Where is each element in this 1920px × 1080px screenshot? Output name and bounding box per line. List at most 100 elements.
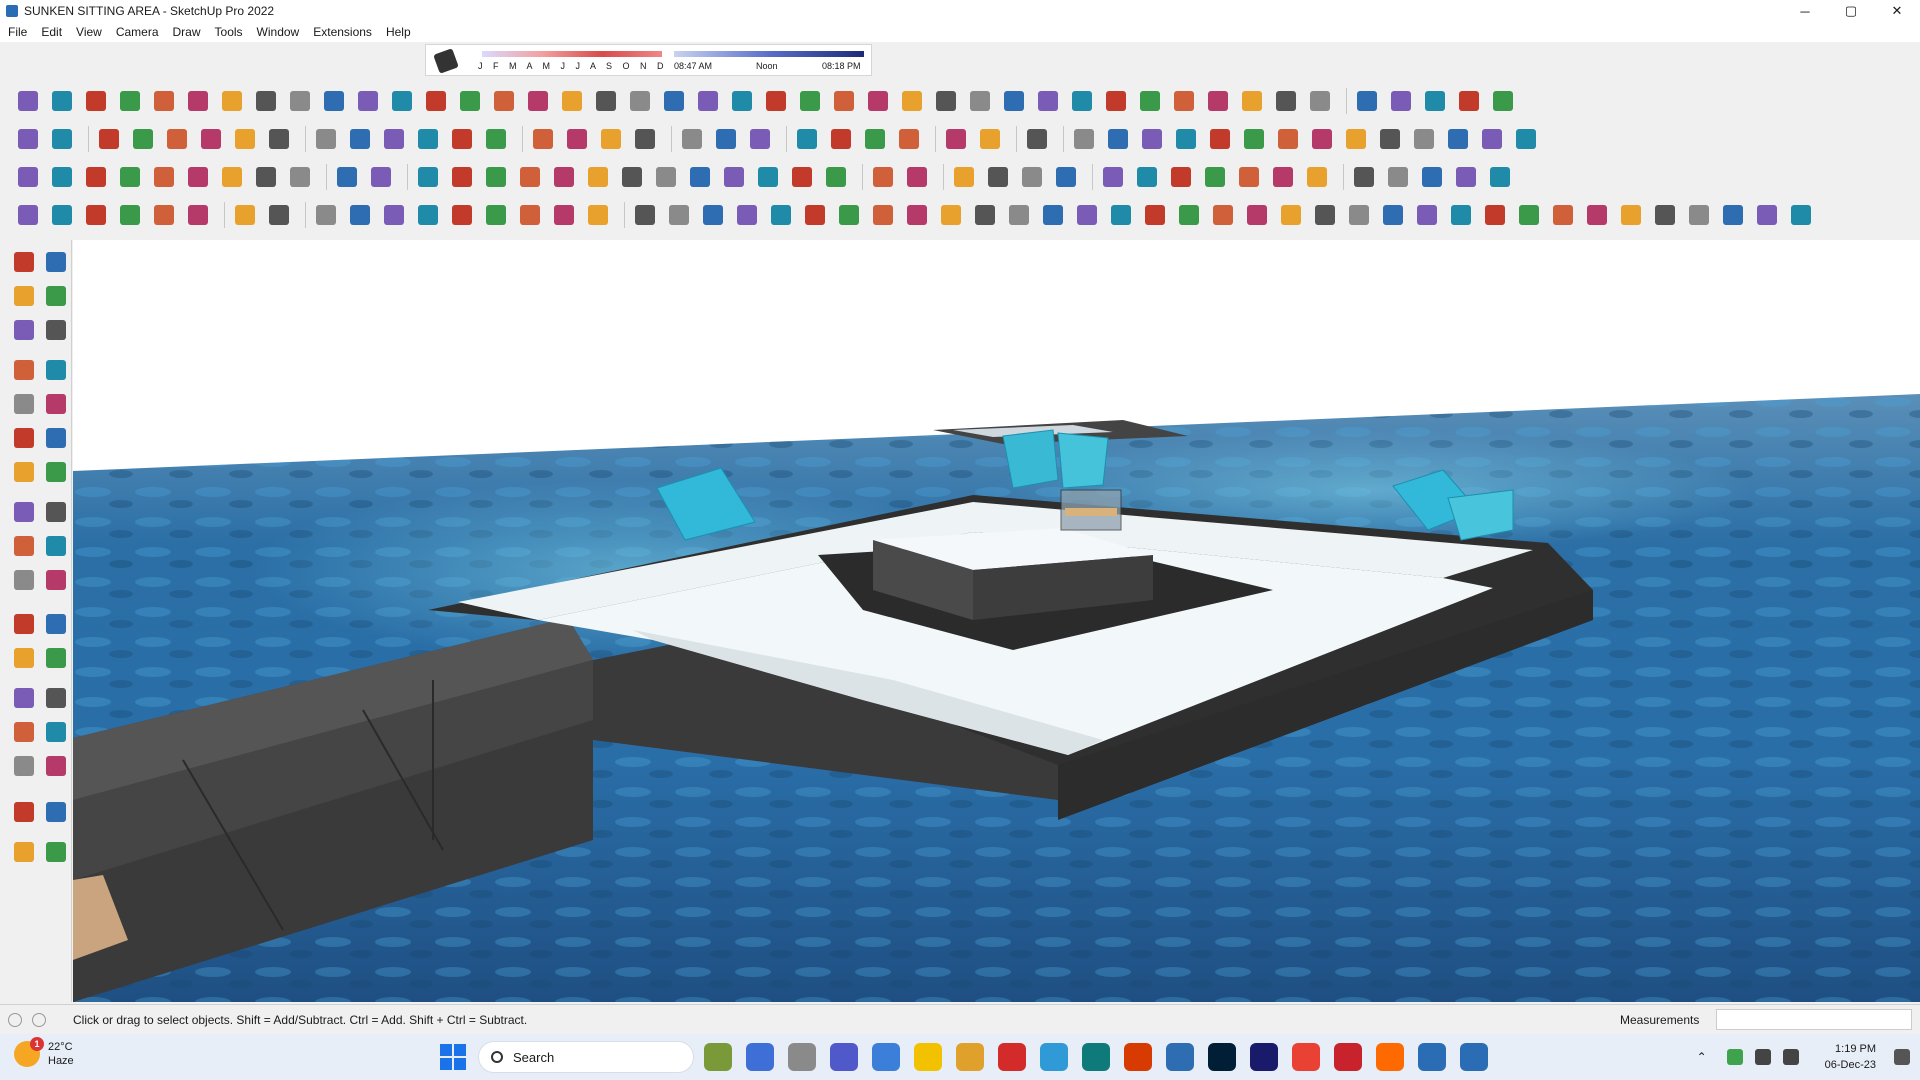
large-tool-icon[interactable]	[42, 498, 70, 526]
toolbar-tool-icon[interactable]	[966, 87, 994, 115]
toolbar-tool-icon[interactable]	[482, 125, 510, 153]
toolbar-tool-icon[interactable]	[231, 125, 259, 153]
large-tool-icon[interactable]	[10, 498, 38, 526]
large-tool-icon[interactable]	[42, 566, 70, 594]
large-tool-icon[interactable]	[42, 610, 70, 638]
large-tool-icon[interactable]	[42, 718, 70, 746]
large-tool-icon[interactable]	[10, 566, 38, 594]
toolbar-tool-icon[interactable]	[793, 125, 821, 153]
toolbar-tool-icon[interactable]	[762, 87, 790, 115]
toolbar-tool-icon[interactable]	[903, 163, 931, 191]
volume-icon[interactable]	[1782, 1049, 1799, 1065]
toolbar-tool-icon[interactable]	[1512, 125, 1540, 153]
toolbar-tool-icon[interactable]	[1240, 125, 1268, 153]
toolbar-tool-icon[interactable]	[1175, 201, 1203, 229]
toolbar-tool-icon[interactable]	[516, 163, 544, 191]
toolbar-tool-icon[interactable]	[652, 163, 680, 191]
toolbar-tool-icon[interactable]	[197, 125, 225, 153]
toolbar-tool-icon[interactable]	[937, 201, 965, 229]
toolbar-tool-icon[interactable]	[1052, 163, 1080, 191]
toolbar-tool-icon[interactable]	[1269, 163, 1297, 191]
toolbar-tool-icon[interactable]	[631, 201, 659, 229]
toolbar-tool-icon[interactable]	[895, 125, 923, 153]
toolbar-tool-icon[interactable]	[1104, 125, 1132, 153]
month-slider-track[interactable]	[482, 51, 662, 57]
toolbar-tool-icon[interactable]	[1204, 87, 1232, 115]
taskbar-app-icon[interactable]	[1082, 1043, 1110, 1071]
toolbar-tool-icon[interactable]	[597, 125, 625, 153]
toolbar-tool-icon[interactable]	[550, 201, 578, 229]
toolbar-tool-icon[interactable]	[380, 201, 408, 229]
toolbar-tool-icon[interactable]	[1384, 163, 1412, 191]
toolbar-tool-icon[interactable]	[1478, 125, 1506, 153]
toolbar-tool-icon[interactable]	[150, 201, 178, 229]
toolbar-tool-icon[interactable]	[1277, 201, 1305, 229]
toolbar-tool-icon[interactable]	[733, 201, 761, 229]
start-button[interactable]	[440, 1044, 466, 1070]
toolbar-tool-icon[interactable]	[1418, 163, 1446, 191]
toolbar-tool-icon[interactable]	[163, 125, 191, 153]
toolbar-tool-icon[interactable]	[631, 125, 659, 153]
toolbar-tool-icon[interactable]	[584, 163, 612, 191]
toolbar-tool-icon[interactable]	[678, 125, 706, 153]
toolbar-tool-icon[interactable]	[1685, 201, 1713, 229]
toolbar-tool-icon[interactable]	[1447, 201, 1475, 229]
toolbar-tool-icon[interactable]	[1243, 201, 1271, 229]
toolbar-tool-icon[interactable]	[150, 163, 178, 191]
toolbar-tool-icon[interactable]	[184, 201, 212, 229]
large-tool-icon[interactable]	[42, 532, 70, 560]
large-tool-icon[interactable]	[42, 356, 70, 384]
minimize-button[interactable]: ─	[1782, 0, 1828, 22]
toolbar-tool-icon[interactable]	[1486, 163, 1514, 191]
menu-help[interactable]: Help	[386, 25, 411, 39]
toolbar-tool-icon[interactable]	[550, 163, 578, 191]
toolbar-tool-icon[interactable]	[1073, 201, 1101, 229]
toolbar-tool-icon[interactable]	[218, 163, 246, 191]
toolbar-tool-icon[interactable]	[14, 87, 42, 115]
toolbar-tool-icon[interactable]	[1410, 125, 1438, 153]
large-tool-icon[interactable]	[10, 718, 38, 746]
toolbar-tool-icon[interactable]	[1306, 87, 1334, 115]
large-tool-icon[interactable]	[42, 684, 70, 712]
taskbar-app-icon[interactable]	[1250, 1043, 1278, 1071]
toolbar-tool-icon[interactable]	[116, 201, 144, 229]
toolbar-tool-icon[interactable]	[592, 87, 620, 115]
taskbar-app-icon[interactable]	[1292, 1043, 1320, 1071]
toolbar-tool-icon[interactable]	[861, 125, 889, 153]
toolbar-tool-icon[interactable]	[1311, 201, 1339, 229]
toolbar-tool-icon[interactable]	[932, 87, 960, 115]
toolbar-tool-icon[interactable]	[1272, 87, 1300, 115]
toolbar-tool-icon[interactable]	[422, 87, 450, 115]
toolbar-tool-icon[interactable]	[14, 125, 42, 153]
toolbar-tool-icon[interactable]	[1350, 163, 1378, 191]
taskbar-app-icon[interactable]	[1334, 1043, 1362, 1071]
show-hidden-icons-chevron-icon[interactable]: ⌃	[1695, 1050, 1709, 1064]
taskbar-app-icon[interactable]	[704, 1043, 732, 1071]
large-tool-icon[interactable]	[10, 390, 38, 418]
toolbar-tool-icon[interactable]	[320, 87, 348, 115]
toolbar-tool-icon[interactable]	[448, 125, 476, 153]
toolbar-tool-icon[interactable]	[231, 201, 259, 229]
toolbar-tool-icon[interactable]	[184, 163, 212, 191]
toolbar-tool-icon[interactable]	[116, 87, 144, 115]
time-slider[interactable]: 08:47 AM Noon 08:18 PM	[674, 47, 864, 73]
toolbar-tool-icon[interactable]	[869, 163, 897, 191]
taskbar-app-icon[interactable]	[746, 1043, 774, 1071]
toolbar-tool-icon[interactable]	[1651, 201, 1679, 229]
toolbar-tool-icon[interactable]	[1172, 125, 1200, 153]
toolbar-tool-icon[interactable]	[822, 163, 850, 191]
toolbar-tool-icon[interactable]	[367, 163, 395, 191]
toolbar-tool-icon[interactable]	[1421, 87, 1449, 115]
toolbar-tool-icon[interactable]	[1387, 87, 1415, 115]
toolbar-tool-icon[interactable]	[1206, 125, 1234, 153]
menu-camera[interactable]: Camera	[116, 25, 159, 39]
toolbar-tool-icon[interactable]	[950, 163, 978, 191]
large-tool-icon[interactable]	[10, 248, 38, 276]
taskbar-app-icon[interactable]	[998, 1043, 1026, 1071]
toolbar-tool-icon[interactable]	[252, 87, 280, 115]
toolbar-tool-icon[interactable]	[184, 87, 212, 115]
large-tool-icon[interactable]	[10, 752, 38, 780]
toolbar-tool-icon[interactable]	[1489, 87, 1517, 115]
drawing-viewport[interactable]	[73, 240, 1920, 1002]
toolbar-tool-icon[interactable]	[801, 201, 829, 229]
